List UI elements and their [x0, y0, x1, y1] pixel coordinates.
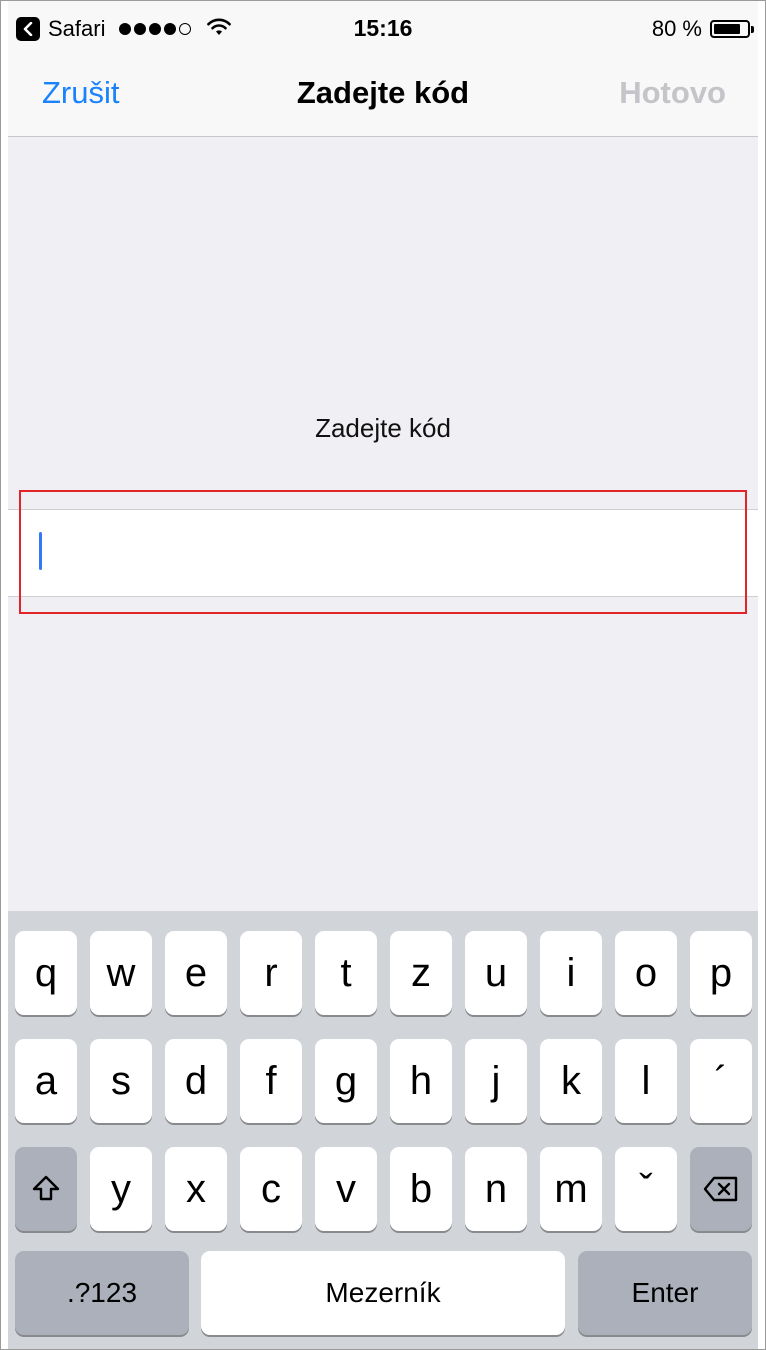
key-c[interactable]: c	[240, 1147, 302, 1231]
key-b[interactable]: b	[390, 1147, 452, 1231]
status-right: 80 %	[651, 15, 754, 43]
keyboard: .?123 Mezerník Enter qwertzuiop asdfghjkl…	[8, 911, 758, 1349]
key-f[interactable]: f	[240, 1039, 302, 1123]
battery-percent: 80 %	[651, 16, 702, 41]
key-k[interactable]: k	[540, 1039, 602, 1123]
key-p[interactable]: p	[690, 931, 752, 1015]
key-s[interactable]: s	[90, 1039, 152, 1123]
battery-level	[714, 24, 740, 34]
shift-key[interactable]	[15, 1147, 77, 1231]
battery-cap	[751, 26, 754, 33]
navigation-bar: Zrušit Zadejte kód Hotovo	[8, 55, 758, 137]
enter-key[interactable]: Enter	[578, 1251, 752, 1335]
key-e[interactable]: e	[165, 931, 227, 1015]
backspace-key[interactable]	[690, 1147, 752, 1231]
key-d[interactable]: d	[165, 1039, 227, 1123]
left-bezel	[1, 1, 8, 1349]
key-o[interactable]: o	[615, 931, 677, 1015]
code-prompt-label: Zadejte kód	[315, 413, 451, 443]
key-x[interactable]: x	[165, 1147, 227, 1231]
key-a[interactable]: a	[15, 1039, 77, 1123]
space-key[interactable]: Mezerník	[201, 1251, 565, 1335]
key-´[interactable]: ´	[690, 1039, 752, 1123]
key-v[interactable]: v	[315, 1147, 377, 1231]
backspace-icon	[703, 1167, 739, 1212]
key-g[interactable]: g	[315, 1039, 377, 1123]
key-m[interactable]: m	[540, 1147, 602, 1231]
key-u[interactable]: u	[465, 931, 527, 1015]
clock: 15:16	[353, 15, 413, 41]
key-q[interactable]: q	[15, 931, 77, 1015]
key-l[interactable]: l	[615, 1039, 677, 1123]
status-bar: Safari 15:16 80 %	[8, 1, 758, 55]
key-y[interactable]: y	[90, 1147, 152, 1231]
screen-frame: Safari 15:16 80 % Zrušit Zadejte kód Hot…	[0, 0, 766, 1350]
key-z[interactable]: z	[390, 931, 452, 1015]
numbers-key[interactable]: .?123	[15, 1251, 189, 1335]
key-i[interactable]: i	[540, 931, 602, 1015]
battery-icon	[710, 20, 754, 38]
key-w[interactable]: w	[90, 931, 152, 1015]
right-bezel	[758, 1, 765, 1349]
key-t[interactable]: t	[315, 931, 377, 1015]
key-r[interactable]: r	[240, 931, 302, 1015]
done-button[interactable]: Hotovo	[619, 75, 726, 111]
field-highlight-box	[19, 490, 747, 614]
key-n[interactable]: n	[465, 1147, 527, 1231]
key-j[interactable]: j	[465, 1039, 527, 1123]
shift-icon	[31, 1167, 61, 1212]
app-screen: Safari 15:16 80 % Zrušit Zadejte kód Hot…	[8, 1, 758, 1349]
key-h[interactable]: h	[390, 1039, 452, 1123]
key-ˇ[interactable]: ˇ	[615, 1147, 677, 1231]
